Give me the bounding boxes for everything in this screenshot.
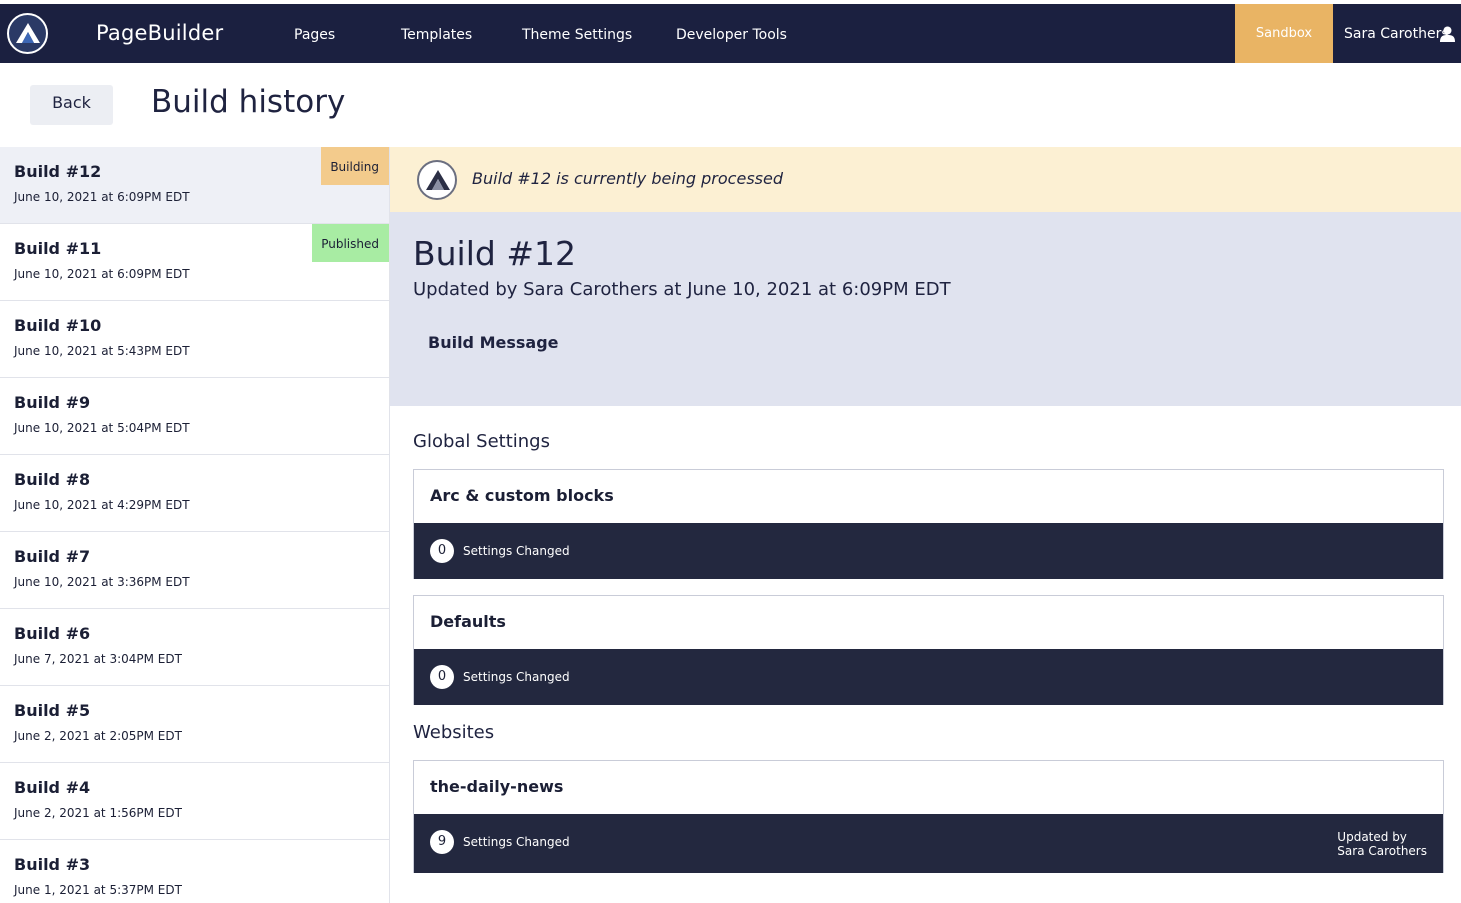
- build-list-item[interactable]: Build #10 June 10, 2021 at 5:43PM EDT: [0, 301, 389, 378]
- build-list-item[interactable]: Build #7 June 10, 2021 at 3:36PM EDT: [0, 532, 389, 609]
- build-date: June 10, 2021 at 5:43PM EDT: [14, 344, 190, 358]
- sandbox-environment-button[interactable]: Sandbox: [1235, 4, 1333, 63]
- build-list-item[interactable]: Build #9 June 10, 2021 at 5:04PM EDT: [0, 378, 389, 455]
- user-name: Sara Carothers: [1344, 26, 1449, 42]
- build-detail-header: Build #12 Updated by Sara Carothers at J…: [390, 212, 1461, 406]
- brand-name[interactable]: PageBuilder: [96, 21, 223, 45]
- card-footer: 9 Settings Changed Updated by Sara Carot…: [414, 814, 1443, 873]
- nav-developer-tools[interactable]: Developer Tools: [676, 27, 787, 43]
- arc-logo-icon: [417, 160, 457, 200]
- build-list: Build #12 June 10, 2021 at 6:09PM EDT Bu…: [0, 147, 390, 903]
- build-name: Build #10: [14, 316, 102, 335]
- build-message-label: Build Message: [428, 333, 559, 352]
- build-date: June 7, 2021 at 3:04PM EDT: [14, 652, 182, 666]
- build-date: June 10, 2021 at 3:36PM EDT: [14, 575, 190, 589]
- nav-templates[interactable]: Templates: [401, 27, 472, 43]
- build-list-item[interactable]: Build #4 June 2, 2021 at 1:56PM EDT: [0, 763, 389, 840]
- user-icon: [1440, 26, 1455, 46]
- build-date: June 1, 2021 at 5:37PM EDT: [14, 883, 182, 897]
- updated-by-label: Updated by: [1337, 830, 1407, 844]
- back-button[interactable]: Back: [30, 85, 113, 125]
- build-name: Build #12: [14, 162, 102, 181]
- nav-theme-settings[interactable]: Theme Settings: [522, 27, 632, 43]
- build-list-item[interactable]: Build #6 June 7, 2021 at 3:04PM EDT: [0, 609, 389, 686]
- card-title: Arc & custom blocks: [430, 486, 614, 505]
- updated-by-name: Sara Carothers: [1337, 844, 1427, 858]
- build-date: June 10, 2021 at 6:09PM EDT: [14, 190, 190, 204]
- build-name: Build #5: [14, 701, 91, 720]
- build-name: Build #4: [14, 778, 91, 797]
- settings-card: Arc & custom blocks 0 Settings Changed: [413, 469, 1444, 579]
- build-name: Build #8: [14, 470, 91, 489]
- card-footer: 0 Settings Changed: [414, 523, 1443, 579]
- build-date: June 10, 2021 at 4:29PM EDT: [14, 498, 190, 512]
- build-name: Build #6: [14, 624, 91, 643]
- page-title: Build history: [151, 84, 346, 120]
- updated-by: Updated by Sara Carothers: [1337, 830, 1427, 858]
- card-footer: 0 Settings Changed: [414, 649, 1443, 705]
- status-badge-building: Building: [321, 147, 389, 185]
- build-date: June 10, 2021 at 6:09PM EDT: [14, 267, 190, 281]
- build-date: June 10, 2021 at 5:04PM EDT: [14, 421, 190, 435]
- arc-logo-icon[interactable]: [7, 13, 48, 54]
- build-list-item[interactable]: Build #3 June 1, 2021 at 5:37PM EDT: [0, 840, 389, 903]
- build-name: Build #7: [14, 547, 91, 566]
- settings-count: 0: [430, 539, 454, 563]
- build-detail-title: Build #12: [413, 234, 576, 273]
- nav-pages[interactable]: Pages: [294, 27, 335, 43]
- build-date: June 2, 2021 at 1:56PM EDT: [14, 806, 182, 820]
- build-list-item[interactable]: Build #12 June 10, 2021 at 6:09PM EDT Bu…: [0, 147, 389, 224]
- websites-heading: Websites: [413, 722, 495, 743]
- build-list-item[interactable]: Build #8 June 10, 2021 at 4:29PM EDT: [0, 455, 389, 532]
- build-name: Build #3: [14, 855, 91, 874]
- website-card: the-daily-news 9 Settings Changed Update…: [413, 760, 1444, 873]
- user-menu[interactable]: Sara Carothers: [1334, 4, 1461, 63]
- top-navigation-bar: PageBuilder Pages Templates Theme Settin…: [0, 4, 1461, 63]
- build-detail-subtitle: Updated by Sara Carothers at June 10, 20…: [413, 279, 951, 300]
- settings-changed-label: Settings Changed: [463, 544, 570, 558]
- build-list-item[interactable]: Build #5 June 2, 2021 at 2:05PM EDT: [0, 686, 389, 763]
- settings-changed-label: Settings Changed: [463, 835, 570, 849]
- build-list-item[interactable]: Build #11 June 10, 2021 at 6:09PM EDT Pu…: [0, 224, 389, 301]
- build-date: June 2, 2021 at 2:05PM EDT: [14, 729, 182, 743]
- card-title: the-daily-news: [430, 777, 564, 796]
- settings-changed-label: Settings Changed: [463, 670, 570, 684]
- status-badge-published: Published: [312, 224, 389, 262]
- banner-text: Build #12 is currently being processed: [472, 169, 783, 188]
- card-title: Defaults: [430, 612, 506, 631]
- build-name: Build #11: [14, 239, 102, 258]
- settings-card: Defaults 0 Settings Changed: [413, 595, 1444, 705]
- processing-banner: Build #12 is currently being processed: [390, 147, 1461, 212]
- build-name: Build #9: [14, 393, 91, 412]
- settings-count: 0: [430, 665, 454, 689]
- global-settings-heading: Global Settings: [413, 431, 550, 452]
- settings-count: 9: [430, 830, 454, 854]
